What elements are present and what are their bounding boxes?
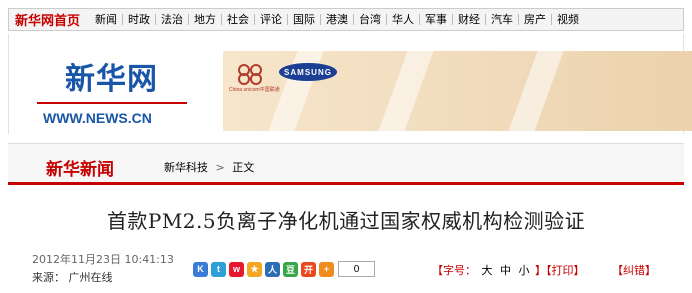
nav-item-comment[interactable]: 评论 — [254, 14, 287, 25]
qzone-star-icon[interactable]: ★ — [247, 261, 262, 277]
nav-item-local[interactable]: 地方 — [188, 14, 221, 25]
logo-chinese-text: 新华网 — [65, 62, 158, 97]
source-label: 来源： — [32, 271, 65, 284]
section-title[interactable]: 新华新闻 — [46, 155, 114, 180]
renren-icon[interactable]: 人 — [265, 261, 280, 277]
nav-item-video[interactable]: 视频 — [551, 14, 584, 25]
tencent-weibo-icon[interactable]: t — [211, 261, 226, 277]
douban-icon[interactable]: 豆 — [283, 261, 298, 277]
channel-nav: 新闻 时政 法治 地方 社会 评论 国际 港澳 台湾 华人 军事 财经 汽车 房… — [90, 14, 584, 25]
nav-item-hk-macau[interactable]: 港澳 — [320, 14, 353, 25]
share-toolbar: K t w ★ 人 豆 开 + 0 — [193, 261, 375, 277]
banner-light-stripe — [508, 51, 564, 131]
masthead: 新华网 WWW.NEWS.CN China unicom中国联通 SAMSUNG — [8, 34, 692, 134]
nav-item-military[interactable]: 军事 — [419, 14, 452, 25]
kaixin-icon[interactable]: 开 — [301, 261, 316, 277]
errata-link[interactable]: 【纠错】 — [612, 262, 656, 278]
print-link[interactable]: 】【打印】 — [535, 264, 585, 277]
nav-item-finance[interactable]: 财经 — [452, 14, 485, 25]
samsung-logo: SAMSUNG — [279, 63, 337, 81]
font-size-small[interactable]: 小 — [517, 264, 532, 277]
samsung-unicom-ad-banner[interactable]: China unicom中国联通 SAMSUNG — [223, 51, 692, 131]
nav-item-news[interactable]: 新闻 — [90, 14, 122, 25]
nav-item-property[interactable]: 房产 — [518, 14, 551, 25]
section-header: 新华新闻 新华科技 > 正文 — [8, 143, 684, 185]
nav-item-society[interactable]: 社会 — [221, 14, 254, 25]
share-count: 0 — [338, 261, 375, 277]
top-nav-bar: 新华网首页 新闻 时政 法治 地方 社会 评论 国际 港澳 台湾 华人 军事 财… — [8, 8, 684, 31]
nav-item-politics[interactable]: 时政 — [122, 14, 155, 25]
font-size-label: 【字号： — [432, 264, 476, 277]
more-share-icon[interactable]: + — [319, 261, 334, 277]
logo-underline — [37, 102, 187, 104]
breadcrumb-item-tech[interactable]: 新华科技 — [164, 161, 208, 174]
nav-item-auto[interactable]: 汽车 — [485, 14, 518, 25]
nav-item-law[interactable]: 法治 — [155, 14, 188, 25]
font-size-medium[interactable]: 中 — [498, 264, 513, 277]
article-datetime: 2012年11月23日 10:41:13 — [32, 253, 174, 266]
article-source-line: 来源： 广州在线 — [32, 269, 113, 285]
unicom-caption: China unicom中国联通 — [229, 87, 280, 93]
china-unicom-logo-icon — [238, 64, 262, 85]
logo-url-text: WWW.NEWS.CN — [43, 110, 152, 126]
nav-item-international[interactable]: 国际 — [287, 14, 320, 25]
breadcrumb-separator: > — [215, 161, 225, 174]
sina-weibo-icon[interactable]: w — [229, 261, 244, 277]
nav-item-overseas-chinese[interactable]: 华人 — [386, 14, 419, 25]
article-tools: 【字号： 大 中 小 】【打印】 — [432, 262, 585, 278]
xinhua-logo[interactable]: 新华网 WWW.NEWS.CN — [37, 44, 187, 126]
source-name: 广州在线 — [68, 271, 113, 284]
nav-item-taiwan[interactable]: 台湾 — [353, 14, 386, 25]
qq-zone-icon[interactable]: K — [193, 261, 208, 277]
article-headline: 首款PM2.5负离子净化机通过国家权威机构检测验证 — [106, 209, 586, 233]
breadcrumb-item-current: 正文 — [232, 161, 255, 174]
home-link[interactable]: 新华网首页 — [9, 10, 90, 29]
breadcrumb: 新华科技 > 正文 — [164, 159, 254, 175]
font-size-large[interactable]: 大 — [480, 264, 495, 277]
banner-light-stripe — [378, 51, 434, 131]
